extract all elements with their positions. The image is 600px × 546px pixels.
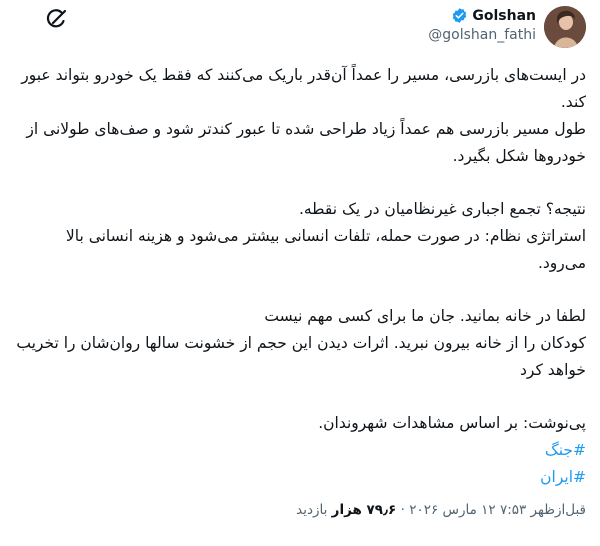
- avatar[interactable]: [544, 6, 586, 48]
- tweet-header: Golshan @golshan_fathi: [428, 6, 586, 48]
- views-label: بازدید: [296, 502, 328, 518]
- views-count: ۷۹٫۶ هزار: [331, 502, 397, 518]
- display-name[interactable]: Golshan: [472, 8, 536, 24]
- user-handle[interactable]: @golshan_fathi: [428, 27, 536, 43]
- tweet-paragraph: استراتژی نظام: در صورت حمله، تلفات انسان…: [65, 227, 586, 272]
- tweet-text: در ایست‌های بازرسی، مسیر را عمداً آن‌قدر…: [14, 62, 586, 491]
- tweet-paragraph: لطفا در خانه بمانید. جان ما برای کسی مهم…: [264, 307, 586, 325]
- tweet-paragraph: نتیجه؟ تجمع اجباری غیرنظامیان در یک نقطه…: [298, 200, 586, 218]
- verified-badge-icon: [453, 8, 467, 23]
- tweet-paragraph: کودکان را از خانه بیرون نبرید. اثرات دید…: [16, 334, 586, 379]
- tweet-meta: قبل‌ازظهر ۷:۵۳ ۱۲ مارس ۲۰۲۶ · ۷۹٫۶ هزار …: [296, 502, 586, 518]
- tweet-paragraph: طول مسیر بازرسی هم عمداً زیاد طراحی شده …: [26, 120, 586, 165]
- tweet-paragraph: پی‌نوشت: بر اساس مشاهدات شهروندان.: [318, 414, 586, 432]
- grok-icon[interactable]: [44, 6, 70, 32]
- tweet-date[interactable]: ۱۲ مارس ۲۰۲۶: [409, 502, 495, 518]
- tweet-paragraph: در ایست‌های بازرسی، مسیر را عمداً آن‌قدر…: [21, 66, 586, 111]
- meta-separator: ·: [400, 502, 405, 518]
- hashtag-link[interactable]: #ایران: [14, 464, 586, 491]
- hashtag-link[interactable]: #جنگ: [14, 437, 586, 464]
- tweet-time[interactable]: قبل‌ازظهر ۷:۵۳: [500, 502, 586, 518]
